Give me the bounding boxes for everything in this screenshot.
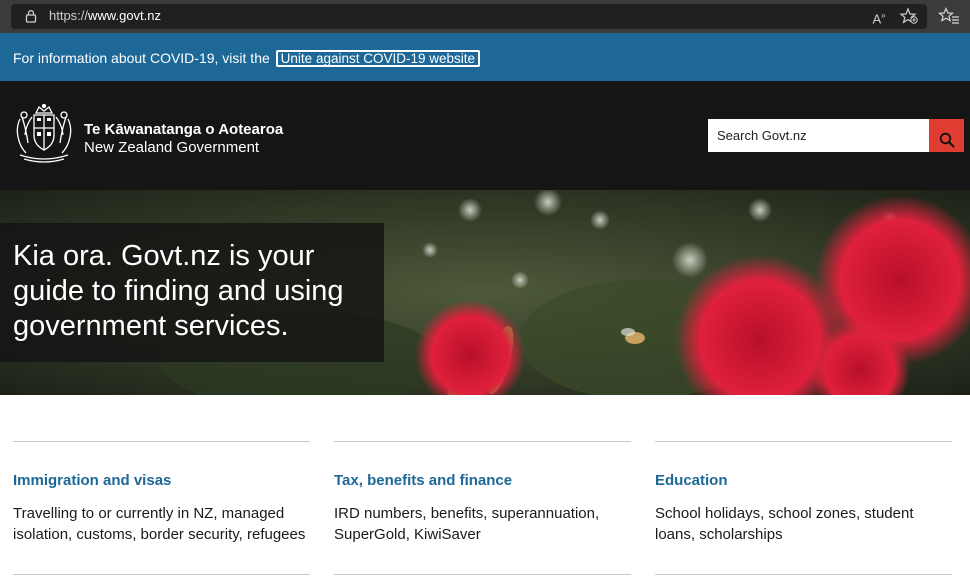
card-description: Travelling to or currently in NZ, manage… <box>13 505 306 543</box>
url-host: www.govt.nz <box>88 8 162 23</box>
browser-toolbar: https://www.govt.nz A» <box>0 0 970 33</box>
site-header: Te Kāwanatanga o Aotearoa New Zealand Go… <box>0 81 970 190</box>
card-description: School holidays, school zones, student l… <box>655 505 914 543</box>
search-icon <box>939 132 954 147</box>
covid-banner: For information about COVID-19, visit th… <box>0 33 970 81</box>
card-divider <box>655 574 952 575</box>
card-divider <box>13 441 310 442</box>
url-scheme: https:// <box>49 8 89 23</box>
card-divider <box>334 441 631 442</box>
search-input[interactable] <box>708 119 929 152</box>
covid-banner-text: For information about COVID-19, visit th… <box>13 49 481 67</box>
card-title-link[interactable]: Education <box>655 472 728 490</box>
covid-banner-message: For information about COVID-19, visit th… <box>13 50 270 66</box>
search-button[interactable] <box>929 119 964 152</box>
covid-website-link[interactable]: Unite against COVID-19 website <box>275 50 481 67</box>
card-divider <box>655 441 952 442</box>
card-divider <box>334 574 631 575</box>
address-bar[interactable]: https://www.govt.nz A» <box>11 4 927 29</box>
nz-coat-of-arms-logo[interactable] <box>12 103 76 165</box>
brand-english-name[interactable]: New Zealand Government <box>84 139 259 157</box>
hero-title: Kia ora. Govt.nz is your guide to findin… <box>13 240 344 342</box>
read-aloud-icon[interactable]: A» <box>869 7 889 26</box>
lock-icon[interactable] <box>24 9 38 23</box>
card-description: IRD numbers, benefits, superannuation, S… <box>334 505 600 543</box>
brand-maori-name[interactable]: Te Kāwanatanga o Aotearoa <box>84 121 283 139</box>
add-favorite-icon[interactable] <box>899 7 919 25</box>
card-divider <box>13 574 310 575</box>
card-title-link[interactable]: Tax, benefits and finance <box>334 472 512 490</box>
hero-banner: Kia ora. Govt.nz is your guide to findin… <box>0 190 970 395</box>
card-title-link[interactable]: Immigration and visas <box>13 472 171 490</box>
address-url[interactable]: https://www.govt.nz <box>49 8 161 24</box>
favorites-icon[interactable] <box>938 7 960 25</box>
